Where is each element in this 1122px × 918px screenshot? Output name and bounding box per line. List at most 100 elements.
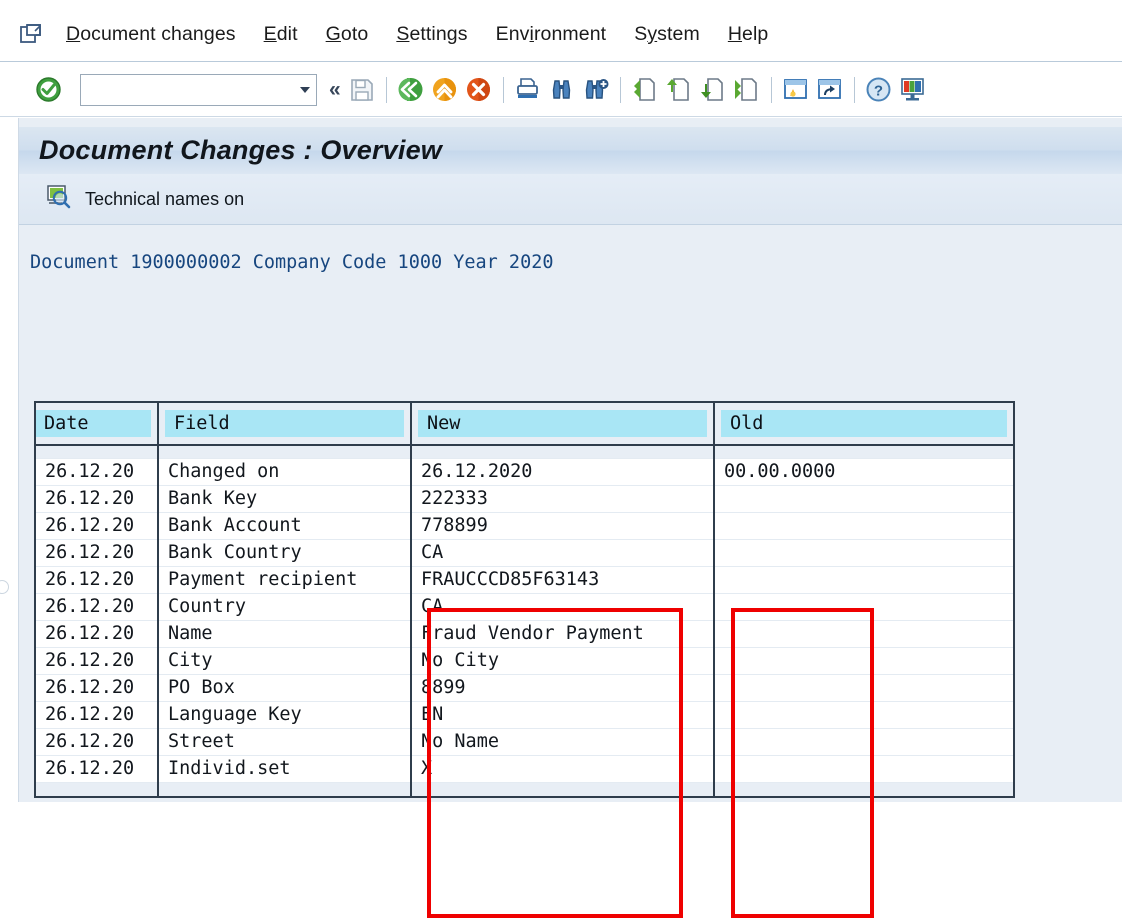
column-header-old[interactable]: Old <box>714 403 1013 446</box>
cell-old[interactable] <box>714 674 1013 702</box>
technical-names-label: Technical names on <box>85 188 245 209</box>
cell-field[interactable]: City <box>158 647 412 675</box>
column-header-new[interactable]: New <box>411 403 715 446</box>
cell-field[interactable]: PO Box <box>158 674 412 702</box>
cell-field[interactable]: Bank Country <box>158 539 412 567</box>
column-header-date-label: Date <box>36 410 151 437</box>
session-window: Document Changes : Overview Technical na… <box>19 118 1122 918</box>
cell-date[interactable]: 26.12.20 <box>36 566 159 594</box>
menu-system[interactable]: System <box>620 19 714 50</box>
cell-field[interactable]: Language Key <box>158 701 412 729</box>
table-row[interactable]: 26.12.20 Street No Name <box>36 728 1013 756</box>
technical-names-magnifier-icon <box>46 184 71 214</box>
table-row[interactable]: 26.12.20 PO Box 8899 <box>36 674 1013 702</box>
cell-new[interactable]: 222333 <box>411 485 715 513</box>
technical-names-toggle-button[interactable]: Technical names on <box>37 179 253 219</box>
cell-date[interactable]: 26.12.20 <box>36 593 159 621</box>
column-header-field[interactable]: Field <box>158 403 412 446</box>
screen-content: Document 1900000002 Company Code 1000 Ye… <box>19 225 1122 918</box>
cell-field[interactable]: Bank Key <box>158 485 412 513</box>
cell-date[interactable]: 26.12.20 <box>36 728 159 756</box>
cell-old[interactable] <box>714 728 1013 756</box>
exit-yellow-arrow-icon[interactable] <box>430 74 460 106</box>
menu-help[interactable]: Help <box>714 19 783 50</box>
cell-date[interactable]: 26.12.20 <box>36 485 159 513</box>
cell-old[interactable] <box>714 701 1013 729</box>
cell-old[interactable] <box>714 566 1013 594</box>
cell-date[interactable]: 26.12.20 <box>36 674 159 702</box>
cell-field[interactable]: Name <box>158 620 412 648</box>
save-floppy-icon[interactable] <box>347 74 377 106</box>
cell-old[interactable] <box>714 539 1013 567</box>
create-session-icon[interactable] <box>781 74 811 106</box>
menu-environment[interactable]: Environment <box>482 19 621 50</box>
cell-new[interactable]: CA <box>411 539 715 567</box>
cell-date[interactable]: 26.12.20 <box>36 458 159 486</box>
cancel-red-x-icon[interactable] <box>464 74 494 106</box>
cell-new[interactable]: EN <box>411 701 715 729</box>
table-row[interactable]: 26.12.20 Name Fraud Vendor Payment <box>36 620 1013 648</box>
menu-goto[interactable]: Goto <box>312 19 383 50</box>
cell-field[interactable]: Country <box>158 593 412 621</box>
cell-date[interactable]: 26.12.20 <box>36 620 159 648</box>
table-row[interactable]: 26.12.20 Country CA <box>36 593 1013 621</box>
cell-date[interactable]: 26.12.20 <box>36 647 159 675</box>
command-input[interactable] <box>81 74 294 105</box>
cell-field[interactable]: Bank Account <box>158 512 412 540</box>
column-header-field-label: Field <box>165 410 404 437</box>
cell-date[interactable]: 26.12.20 <box>36 701 159 729</box>
table-row[interactable]: 26.12.20 Changed on 26.12.2020 00.00.0000 <box>36 458 1013 486</box>
cell-old[interactable] <box>714 755 1013 783</box>
system-menu-icon[interactable] <box>8 23 52 46</box>
command-field[interactable] <box>80 73 317 106</box>
cell-field[interactable]: Payment recipient <box>158 566 412 594</box>
cell-old[interactable] <box>714 512 1013 540</box>
cell-new[interactable]: X <box>411 755 715 783</box>
cell-new[interactable]: 26.12.2020 <box>411 458 715 486</box>
cell-old[interactable]: 00.00.0000 <box>714 458 1013 486</box>
table-row[interactable]: 26.12.20 Bank Key 222333 <box>36 485 1013 513</box>
last-page-icon[interactable] <box>732 74 762 106</box>
cell-old[interactable] <box>714 593 1013 621</box>
cell-field[interactable]: Changed on <box>158 458 412 486</box>
table-row[interactable]: 26.12.20 Language Key EN <box>36 701 1013 729</box>
cell-new[interactable]: Fraud Vendor Payment <box>411 620 715 648</box>
find-binoculars-icon[interactable] <box>547 74 577 106</box>
cell-date[interactable]: 26.12.20 <box>36 539 159 567</box>
document-changes-table: Date Field New Old 26.12.20 Changed on 2… <box>34 401 1015 798</box>
cell-new[interactable]: No Name <box>411 728 715 756</box>
chevron-down-icon[interactable] <box>294 75 316 105</box>
table-row[interactable]: 26.12.20 Bank Account 778899 <box>36 512 1013 540</box>
menu-settings[interactable]: Settings <box>382 19 481 50</box>
table-row[interactable]: 26.12.20 City No City <box>36 647 1013 675</box>
cell-new[interactable]: 8899 <box>411 674 715 702</box>
cell-old[interactable] <box>714 647 1013 675</box>
cell-field[interactable]: Street <box>158 728 412 756</box>
next-page-icon[interactable] <box>698 74 728 106</box>
help-question-icon[interactable]: ? <box>864 74 894 106</box>
print-icon[interactable] <box>513 74 543 106</box>
cell-date[interactable]: 26.12.20 <box>36 512 159 540</box>
enter-ok-icon[interactable] <box>33 75 63 105</box>
cell-new[interactable]: CA <box>411 593 715 621</box>
table-row[interactable]: 26.12.20 Individ.set X <box>36 755 1013 783</box>
menu-document-changes[interactable]: Document changes <box>52 19 250 50</box>
customize-local-layout-icon[interactable] <box>898 74 928 106</box>
first-page-icon[interactable] <box>630 74 660 106</box>
cell-new[interactable]: 778899 <box>411 512 715 540</box>
cell-date[interactable]: 26.12.20 <box>36 755 159 783</box>
create-shortcut-icon[interactable] <box>815 74 845 106</box>
previous-page-icon[interactable] <box>664 74 694 106</box>
find-next-binoculars-icon[interactable] <box>581 74 611 106</box>
table-row[interactable]: 26.12.20 Bank Country CA <box>36 539 1013 567</box>
menu-edit[interactable]: Edit <box>250 19 312 50</box>
cell-new[interactable]: FRAUCCCD85F63143 <box>411 566 715 594</box>
column-header-date[interactable]: Date <box>36 403 159 446</box>
table-row[interactable]: 26.12.20 Payment recipient FRAUCCCD85F6314… <box>36 566 1013 594</box>
back-green-arrow-icon[interactable] <box>396 74 426 106</box>
double-chevron-left-icon[interactable]: « <box>329 78 341 102</box>
cell-old[interactable] <box>714 620 1013 648</box>
cell-field[interactable]: Individ.set <box>158 755 412 783</box>
cell-new[interactable]: No City <box>411 647 715 675</box>
cell-old[interactable] <box>714 485 1013 513</box>
